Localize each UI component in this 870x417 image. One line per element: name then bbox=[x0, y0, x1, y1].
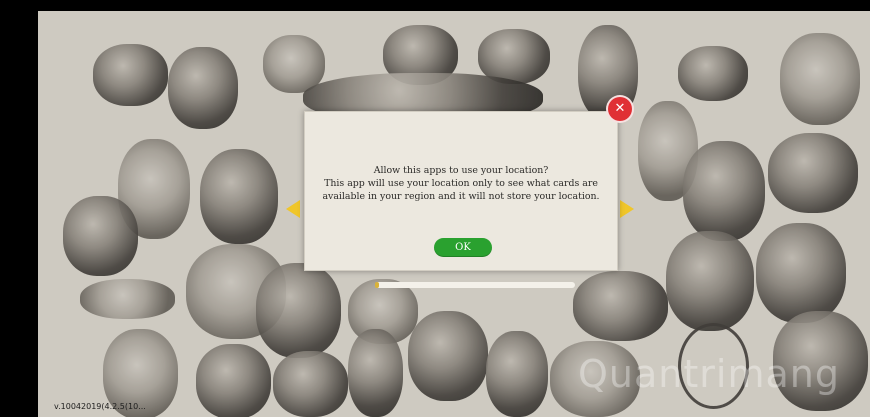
close-icon[interactable]: ✕ bbox=[608, 97, 632, 121]
left-letterbox bbox=[0, 0, 38, 417]
dialog-message-line-3: available in your region and it will not… bbox=[322, 191, 600, 202]
ok-button[interactable]: OK bbox=[434, 238, 492, 257]
dialog-message-line-1: Allow this apps to use your location? bbox=[373, 165, 549, 176]
top-letterbox bbox=[38, 0, 870, 11]
app-window: Allow this apps to use your location? Th… bbox=[0, 0, 870, 417]
loading-progress-fill bbox=[375, 282, 379, 288]
dialog-message: Allow this apps to use your location? Th… bbox=[313, 164, 609, 203]
dialog-message-line-2: This app will use your location only to … bbox=[324, 178, 598, 189]
loading-progress-track bbox=[375, 282, 575, 288]
version-label: v.10042019(4.2.5(10... bbox=[54, 402, 146, 411]
right-arrow-icon bbox=[620, 200, 634, 218]
watermark: Quantrimang bbox=[578, 352, 840, 396]
location-permission-dialog: Allow this apps to use your location? Th… bbox=[304, 111, 618, 271]
left-arrow-icon bbox=[286, 200, 300, 218]
